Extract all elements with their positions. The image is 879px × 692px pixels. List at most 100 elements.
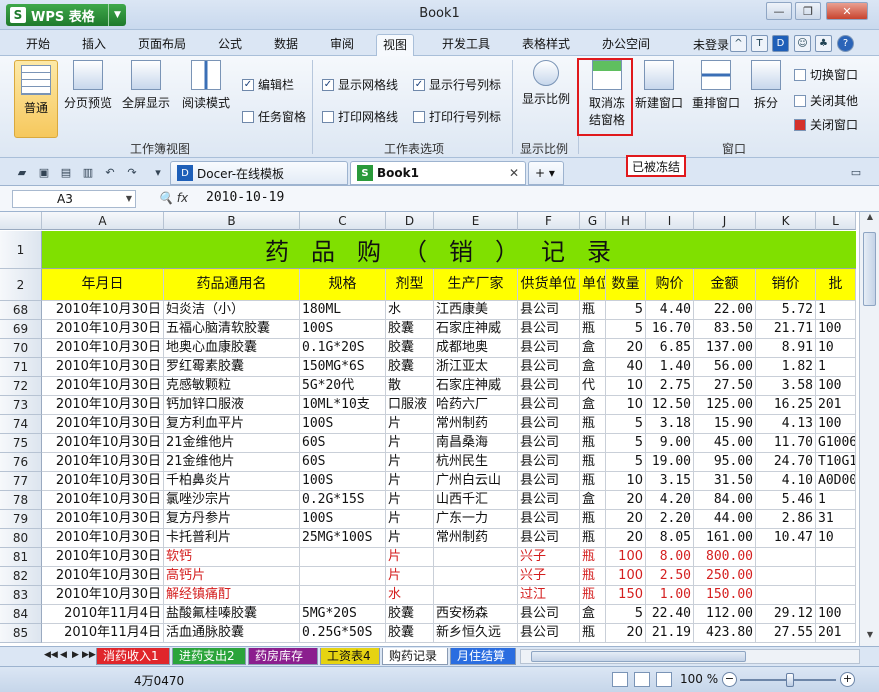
formula-bar-checkbox[interactable]: ✓ 编辑栏 [242, 76, 294, 93]
cell-date[interactable]: 2010年10月30日 [42, 301, 164, 320]
header-cell[interactable]: 批 [816, 269, 856, 301]
header-cell[interactable]: 规格 [300, 269, 386, 301]
cell-qty[interactable]: 150 [606, 586, 646, 605]
tab-review[interactable]: 审阅 [324, 34, 360, 56]
cell-maker[interactable]: 常州制药 [434, 415, 518, 434]
cell-amount[interactable]: 150.00 [694, 586, 756, 605]
cell-form[interactable]: 片 [386, 472, 434, 491]
collapse-ribbon-icon[interactable]: ^ [730, 35, 747, 52]
cell-name[interactable]: 解经镇痛酊 [164, 586, 300, 605]
cell-sale[interactable]: 2.86 [756, 510, 816, 529]
full-screen-button[interactable]: 全屏显示 [120, 60, 172, 111]
cell-spec[interactable] [300, 567, 386, 586]
close-window-button-ribbon[interactable]: 关闭窗口 [794, 116, 858, 133]
cell-qty[interactable]: 5 [606, 434, 646, 453]
cell-unit[interactable]: 瓶 [580, 301, 606, 320]
row-header[interactable]: 82 [0, 567, 42, 586]
cell-unit[interactable]: 瓶 [580, 434, 606, 453]
cell-date[interactable]: 2010年10月30日 [42, 567, 164, 586]
skin-icon[interactable]: T [751, 35, 768, 52]
tab-table-style[interactable]: 表格样式 [516, 34, 576, 56]
save-icon[interactable]: ▣ [36, 164, 52, 180]
cell-amount[interactable]: 45.00 [694, 434, 756, 453]
cell-unit[interactable]: 瓶 [580, 586, 606, 605]
cell-maker[interactable]: 常州制药 [434, 529, 518, 548]
cell-supplier[interactable]: 县公司 [518, 624, 580, 643]
row-header[interactable]: 80 [0, 529, 42, 548]
cell-date[interactable]: 2010年10月30日 [42, 510, 164, 529]
cell-batch[interactable]: 100 [816, 415, 856, 434]
cell-form[interactable]: 片 [386, 491, 434, 510]
row-header[interactable]: 75 [0, 434, 42, 453]
cell-maker[interactable]: 成都地奥 [434, 339, 518, 358]
scroll-up-icon[interactable]: ▲ [860, 212, 879, 228]
cell-unit[interactable]: 盒 [580, 339, 606, 358]
cell-form[interactable]: 胶囊 [386, 605, 434, 624]
cell-batch[interactable] [816, 548, 856, 567]
cell-name[interactable]: 盐酸氟桂嗪胶囊 [164, 605, 300, 624]
cell-amount[interactable]: 800.00 [694, 548, 756, 567]
cell-supplier[interactable]: 县公司 [518, 434, 580, 453]
cell-form[interactable]: 胶囊 [386, 339, 434, 358]
cell-form[interactable]: 片 [386, 510, 434, 529]
cell-supplier[interactable]: 县公司 [518, 453, 580, 472]
cell-batch[interactable]: 100 [816, 605, 856, 624]
cell-batch[interactable] [816, 586, 856, 605]
first-sheet-icon[interactable]: ◀◀ [44, 650, 58, 660]
cell-amount[interactable]: 95.00 [694, 453, 756, 472]
cell-supplier[interactable]: 县公司 [518, 415, 580, 434]
cell-qty[interactable]: 5 [606, 453, 646, 472]
header-cell[interactable]: 销价 [756, 269, 816, 301]
cell-spec[interactable]: 25MG*100S [300, 529, 386, 548]
cell-amount[interactable]: 423.80 [694, 624, 756, 643]
switch-window-button[interactable]: 切换窗口 [794, 66, 858, 83]
cell-sale[interactable]: 10.47 [756, 529, 816, 548]
column-header-b[interactable]: B [164, 212, 300, 230]
cell-batch[interactable]: 100 [816, 377, 856, 396]
cell-amount[interactable]: 56.00 [694, 358, 756, 377]
cell-form[interactable]: 水 [386, 301, 434, 320]
cell-spec[interactable]: 100S [300, 472, 386, 491]
tab-insert[interactable]: 插入 [76, 34, 112, 56]
cell-date[interactable]: 2010年10月30日 [42, 320, 164, 339]
print-headings-checkbox[interactable]: 打印行号列标 [413, 108, 501, 125]
cell-spec[interactable]: 60S [300, 453, 386, 472]
cell-sale[interactable]: 4.10 [756, 472, 816, 491]
cell-form[interactable]: 片 [386, 434, 434, 453]
cell-spec[interactable]: 100S [300, 415, 386, 434]
cell-sale[interactable]: 16.25 [756, 396, 816, 415]
user-icon[interactable]: ☺ [794, 35, 811, 52]
cell-sale[interactable]: 24.70 [756, 453, 816, 472]
doc-tab-book1[interactable]: S Book1 ✕ [350, 161, 526, 185]
cell-name[interactable]: 21金维他片 [164, 453, 300, 472]
cell-sale[interactable] [756, 548, 816, 567]
close-others-button[interactable]: 关闭其他 [794, 92, 858, 109]
row-header[interactable]: 85 [0, 624, 42, 643]
zoom-slider-handle[interactable] [786, 673, 794, 687]
cell-date[interactable]: 2010年10月30日 [42, 377, 164, 396]
cell-price[interactable]: 21.19 [646, 624, 694, 643]
header-cell[interactable]: 剂型 [386, 269, 434, 301]
open-folder-icon[interactable]: ▰ [14, 164, 30, 180]
cell-unit[interactable]: 盒 [580, 396, 606, 415]
cell-supplier[interactable]: 县公司 [518, 320, 580, 339]
cell-spec[interactable]: 10ML*10支 [300, 396, 386, 415]
header-cell[interactable]: 供货单位 [518, 269, 580, 301]
column-header-a[interactable]: A [42, 212, 164, 230]
cell-supplier[interactable]: 县公司 [518, 605, 580, 624]
cell-qty[interactable]: 5 [606, 415, 646, 434]
cell-price[interactable]: 2.20 [646, 510, 694, 529]
cell-date[interactable]: 2010年10月30日 [42, 529, 164, 548]
column-header-f[interactable]: F [518, 212, 580, 230]
cell-form[interactable]: 胶囊 [386, 624, 434, 643]
row-header[interactable]: 70 [0, 339, 42, 358]
cell-price[interactable]: 1.00 [646, 586, 694, 605]
cell-form[interactable]: 片 [386, 567, 434, 586]
cell-spec[interactable]: 0.25G*50S [300, 624, 386, 643]
tab-data[interactable]: 数据 [268, 34, 304, 56]
row-header[interactable]: 81 [0, 548, 42, 567]
sheet-tab[interactable]: 月住结算 [450, 648, 516, 665]
cell-unit[interactable]: 代 [580, 377, 606, 396]
header-cell[interactable]: 数量 [606, 269, 646, 301]
cell-batch[interactable]: 10 [816, 339, 856, 358]
